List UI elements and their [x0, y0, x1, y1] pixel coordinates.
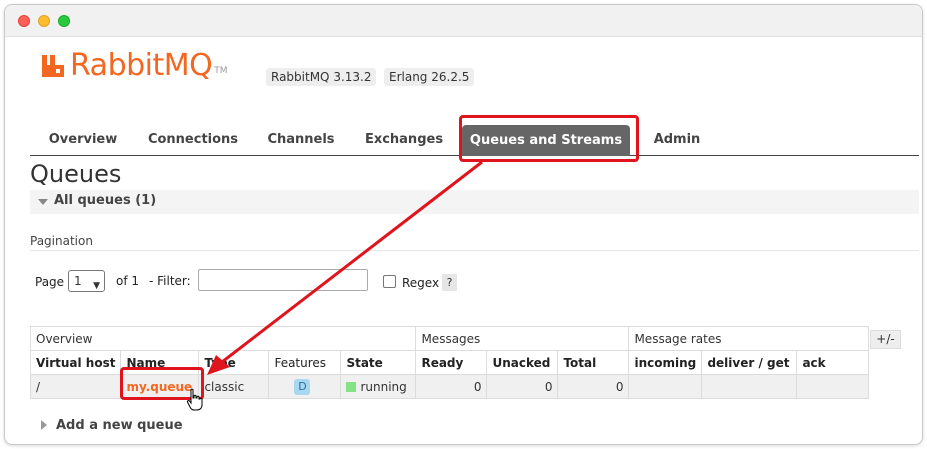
cell-virtual-host: /	[29, 374, 122, 399]
cell-incoming	[628, 374, 703, 399]
page-title: Queues	[30, 160, 122, 188]
title-bar	[5, 5, 922, 37]
regex-checkbox[interactable]	[383, 275, 396, 288]
column-header-incoming[interactable]: incoming	[628, 350, 703, 375]
toggle-columns-button[interactable]: +/-	[870, 330, 901, 349]
close-window-button[interactable]	[18, 15, 30, 27]
rabbitmq-logo[interactable]: RabbitMQ TM	[40, 50, 228, 82]
running-status-icon	[346, 381, 357, 392]
cell-ack	[796, 374, 870, 399]
page-count-label: of 1	[116, 274, 140, 288]
regex-label: Regex	[402, 276, 440, 290]
column-header-ready[interactable]: Ready	[415, 350, 488, 375]
column-header-type[interactable]: Type	[198, 350, 270, 375]
main-navigation-tabs: Overview Connections Channels Exchanges …	[30, 120, 919, 156]
page-label: Page	[35, 275, 65, 289]
divider	[30, 250, 919, 251]
queues-table: Overview Messages Message rates Virtual …	[29, 326, 870, 399]
cell-features: D	[268, 374, 342, 399]
table-row: / my.queue classic D running 0 0 0	[29, 374, 870, 399]
tab-exchanges[interactable]: Exchanges	[356, 120, 452, 156]
expand-triangle-icon	[41, 420, 47, 430]
durable-feature-badge: D	[294, 378, 311, 395]
group-header-overview: Overview	[29, 326, 417, 351]
erlang-version-badge: Erlang 26.2.5	[384, 68, 475, 86]
column-header-deliver-get[interactable]: deliver / get	[701, 350, 798, 375]
cell-unacked: 0	[486, 374, 559, 399]
page-number-value: 1	[74, 274, 82, 288]
column-header-ack[interactable]: ack	[796, 350, 870, 375]
state-text: running	[360, 379, 407, 394]
queue-name-link[interactable]: my.queue	[126, 380, 192, 394]
column-header-features[interactable]: Features	[268, 350, 342, 375]
rabbit-logo-icon	[42, 55, 64, 77]
chevron-down-icon: ▼	[93, 281, 100, 291]
all-queues-section-header[interactable]: All queues (1)	[30, 190, 919, 214]
all-queues-label: All queues (1)	[54, 193, 157, 208]
regex-help-button[interactable]: ?	[442, 274, 457, 291]
cell-state: running	[340, 374, 417, 399]
cell-total: 0	[557, 374, 630, 399]
filter-input[interactable]	[198, 269, 368, 291]
cell-deliver-get	[701, 374, 798, 399]
tab-admin[interactable]: Admin	[642, 120, 712, 156]
tab-connections[interactable]: Connections	[138, 120, 248, 156]
page-number-select[interactable]: 1 ▼	[68, 270, 105, 292]
tab-overview[interactable]: Overview	[38, 120, 128, 156]
trademark-mark: TM	[214, 66, 228, 76]
maximize-window-button[interactable]	[58, 15, 70, 27]
cell-ready: 0	[415, 374, 488, 399]
group-header-message-rates: Message rates	[628, 326, 870, 351]
column-header-state[interactable]: State	[340, 350, 417, 375]
column-header-total[interactable]: Total	[557, 350, 630, 375]
add-new-queue-section[interactable]: Add a new queue	[56, 418, 183, 433]
tab-channels[interactable]: Channels	[258, 120, 344, 156]
column-header-unacked[interactable]: Unacked	[486, 350, 559, 375]
column-header-name[interactable]: Name	[120, 350, 200, 375]
cell-type: classic	[198, 374, 270, 399]
pagination-heading: Pagination	[30, 234, 93, 248]
minimize-window-button[interactable]	[38, 15, 50, 27]
brand-name: RabbitMQ	[70, 48, 213, 83]
column-header-virtual-host[interactable]: Virtual host	[29, 350, 122, 375]
tab-queues-and-streams[interactable]: Queues and Streams	[462, 125, 630, 156]
filter-label: - Filter:	[149, 274, 191, 288]
hand-pointer-cursor-icon	[186, 388, 203, 411]
collapse-triangle-icon	[38, 199, 48, 205]
group-header-messages: Messages	[415, 326, 630, 351]
rabbitmq-version-badge: RabbitMQ 3.13.2	[266, 68, 377, 86]
